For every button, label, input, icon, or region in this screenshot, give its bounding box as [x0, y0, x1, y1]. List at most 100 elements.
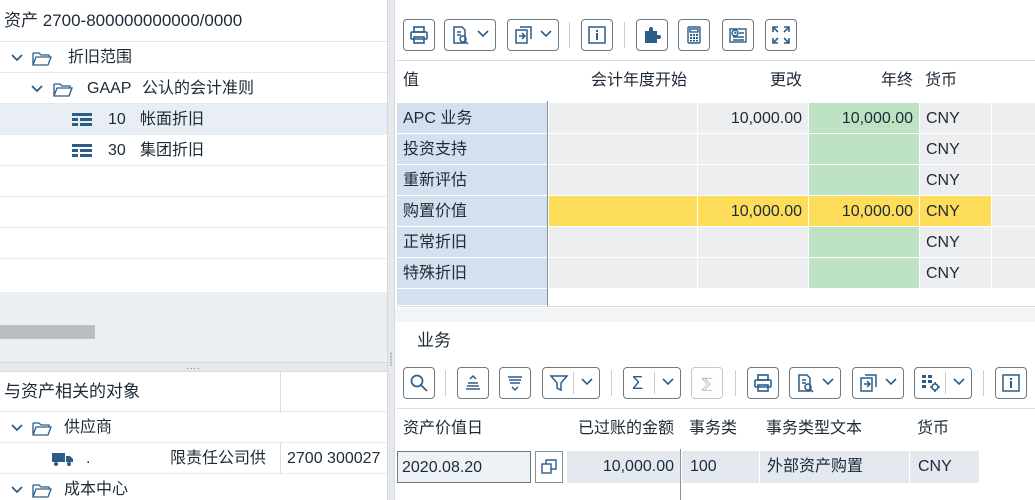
print-preview-dropdown[interactable]: [789, 367, 841, 399]
export-dropdown[interactable]: [852, 367, 904, 399]
magnifier-icon: [410, 374, 428, 392]
vendor-number: 2700 300027: [287, 450, 381, 467]
values-pane: 值 会计年度开始 更改 年终 货币 APC 业务 10,000.00 10,00…: [395, 0, 1035, 500]
empty-row: [0, 197, 387, 228]
fy-start-cell: [548, 258, 697, 289]
table-row[interactable]: 重新评估 CNY: [397, 165, 1035, 196]
tree-node-book-depreciation[interactable]: 10 帐面折旧: [0, 104, 387, 135]
row-label: 重新评估: [397, 165, 547, 196]
horizontal-splitter[interactable]: ....: [0, 362, 387, 372]
tree-node-vendor[interactable]: 供应商: [0, 412, 387, 443]
column-header-year-end[interactable]: 年终: [808, 61, 919, 101]
filler-cell: [979, 451, 1035, 483]
sort-ascending-icon: [466, 374, 480, 390]
currency-cell: CNY: [919, 196, 991, 227]
chevron-down-icon[interactable]: [30, 73, 44, 104]
column-header-change[interactable]: 更改: [697, 61, 808, 101]
chevron-down-icon[interactable]: [10, 474, 24, 500]
year-end-cell: 10,000.00: [808, 103, 919, 134]
export-dropdown[interactable]: [507, 19, 559, 51]
tree-node-label: 帐面折旧: [140, 111, 205, 128]
schedule-button[interactable]: [722, 19, 754, 51]
open-folder-icon: [53, 73, 75, 104]
clock-document-icon: [729, 28, 747, 43]
asset-header: 资产 2700-800000000000/0000: [0, 0, 387, 42]
transactions-toolbar: Σ ⅀: [395, 358, 1035, 404]
chevron-down-icon[interactable]: [10, 412, 24, 443]
grid-settings-icon: [922, 375, 940, 392]
column-divider: [280, 443, 281, 474]
layout-settings-dropdown[interactable]: [914, 367, 972, 399]
column-header-value-date[interactable]: 资产价值日: [403, 409, 483, 449]
change-cell: [697, 227, 808, 258]
truck-icon: [52, 443, 74, 474]
tree-node-gaap[interactable]: GAAP 公认的会计准则: [0, 73, 387, 104]
printer-icon: [410, 26, 428, 44]
fy-start-cell: [548, 134, 697, 165]
calculator-button[interactable]: [678, 19, 710, 51]
column-header-posted-amount[interactable]: 已过账的金额: [557, 409, 680, 449]
chevron-down-icon: [477, 30, 489, 38]
table-row[interactable]: 2020.08.20 10,000.00 100 外部资产购置 CNY: [397, 451, 1035, 483]
column-header-transaction-type[interactable]: 事务类: [689, 409, 737, 449]
sum-dropdown[interactable]: Σ: [623, 367, 681, 399]
table-row[interactable]: 正常折旧 CNY: [397, 227, 1035, 258]
horizontal-scrollbar-thumb[interactable]: [0, 325, 95, 339]
table-row[interactable]: 投资支持 CNY: [397, 134, 1035, 165]
split-divider: [573, 372, 574, 394]
tree-node-label: 公认的会计准则: [142, 80, 255, 97]
tree-node-label: 成本中心: [64, 481, 129, 498]
value-date-cell[interactable]: 2020.08.20: [397, 451, 531, 483]
toolbar-separator: [735, 370, 736, 396]
details-button[interactable]: [403, 367, 435, 399]
splitter-grip: [390, 352, 392, 366]
subtotal-button[interactable]: ⅀: [691, 367, 723, 399]
copy-window-icon: [541, 459, 557, 474]
tree-node-depreciation-areas[interactable]: 折旧范围: [0, 42, 387, 73]
filter-dropdown[interactable]: [542, 367, 600, 399]
open-details-button[interactable]: [535, 451, 563, 483]
info-button[interactable]: [581, 19, 613, 51]
table-row[interactable]: APC 业务 10,000.00 10,000.00 CNY: [397, 103, 1035, 134]
filler-cell: [991, 134, 1035, 165]
toolbar-separator: [624, 22, 625, 48]
print-preview-dropdown[interactable]: [444, 19, 496, 51]
year-end-cell: [808, 227, 919, 258]
fullscreen-button[interactable]: [765, 19, 797, 51]
chevron-down-icon: [540, 30, 552, 38]
tree-node-cost-center[interactable]: 成本中心: [0, 474, 387, 500]
related-objects-header: 与资产相关的对象: [0, 372, 387, 412]
column-header-fy-start[interactable]: 会计年度开始: [548, 61, 693, 101]
column-header-currency[interactable]: 货币: [917, 409, 949, 449]
open-folder-icon: [32, 474, 54, 500]
vendor-name: 限责任公司供: [170, 450, 267, 467]
print-button[interactable]: [403, 19, 435, 51]
table-row[interactable]: 特殊折旧 CNY: [397, 258, 1035, 289]
split-divider: [945, 372, 946, 394]
tree-node-group-depreciation[interactable]: 30 集团折旧: [0, 135, 387, 166]
chevron-down-icon[interactable]: [10, 42, 24, 73]
column-header-value[interactable]: 值: [403, 61, 419, 101]
info-button[interactable]: [995, 367, 1027, 399]
column-header-currency[interactable]: 货币: [925, 61, 957, 101]
vertical-splitter[interactable]: [387, 0, 395, 500]
subtotal-icon: ⅀: [701, 374, 713, 391]
column-divider: [680, 449, 681, 500]
print-button[interactable]: [747, 367, 779, 399]
filler-cell: [991, 103, 1035, 134]
sort-ascending-button[interactable]: [457, 367, 489, 399]
table-row-highlighted[interactable]: 购置价值 10,000.00 10,000.00 CNY: [397, 196, 1035, 227]
row-label: 特殊折旧: [397, 258, 547, 289]
puzzle-button[interactable]: [636, 19, 668, 51]
vendor-entry[interactable]: . 限责任公司供 2700 300027: [0, 443, 387, 474]
fy-start-cell: [548, 165, 697, 196]
sort-descending-button[interactable]: [499, 367, 531, 399]
column-header-transaction-text[interactable]: 事务类型文本: [766, 409, 862, 449]
change-cell: [697, 134, 808, 165]
split-divider: [654, 372, 655, 394]
currency-cell: CNY: [919, 258, 991, 289]
info-icon: [1002, 374, 1020, 392]
related-objects-tree: 供应商 . 限责任公司供 2700 300027 成本中心: [0, 412, 387, 500]
tree-node-label: 折旧范围: [68, 49, 133, 66]
row-label: [397, 289, 547, 306]
